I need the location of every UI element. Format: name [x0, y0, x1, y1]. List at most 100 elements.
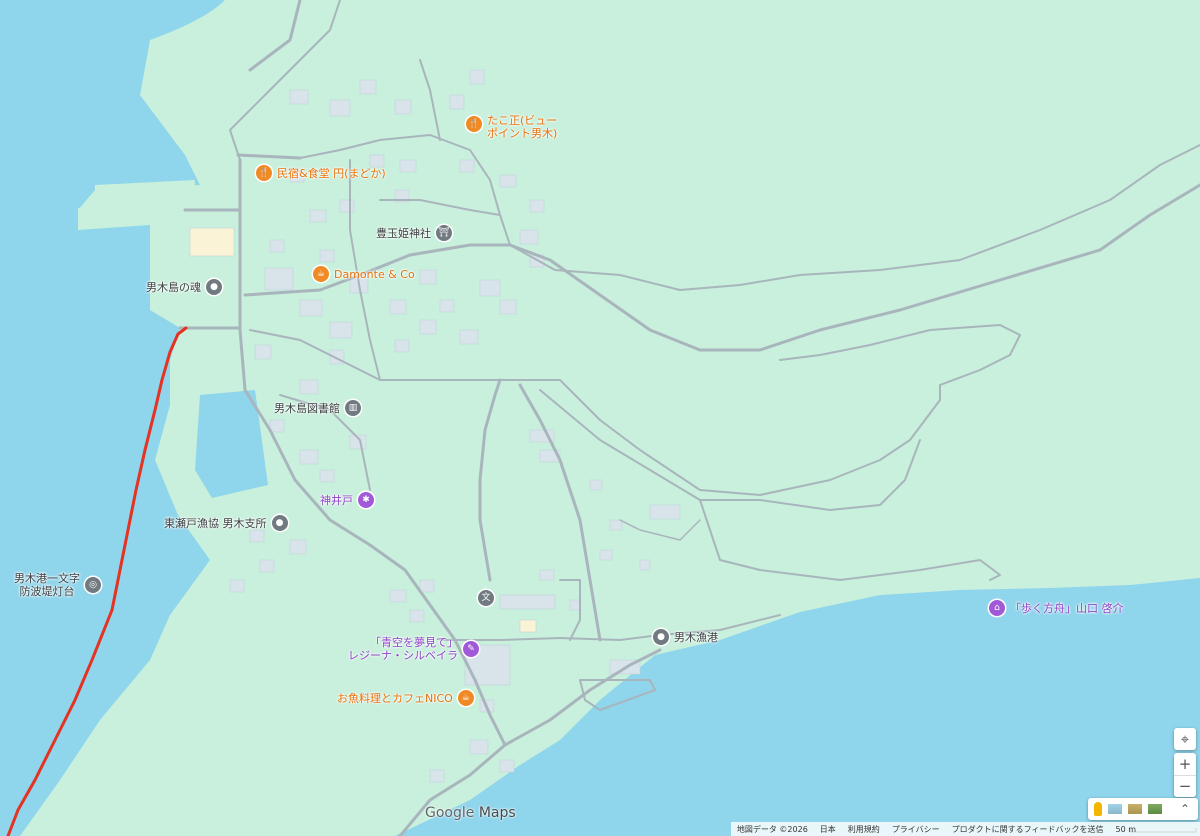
building [529, 199, 545, 213]
poi-aozora[interactable]: ✎ 「青空を夢見て」 レジーナ・シルベイラ [348, 636, 479, 662]
building [264, 267, 294, 291]
building [499, 299, 517, 315]
building [299, 299, 323, 317]
locate-icon: ⌖ [1180, 730, 1190, 748]
poi-label: 男木島の魂 [146, 280, 201, 294]
building [449, 94, 465, 110]
building [339, 199, 355, 213]
poi-label-line: 男木港一文字 [14, 572, 80, 585]
building [249, 529, 265, 543]
building [479, 279, 501, 297]
building [469, 739, 489, 755]
building [329, 321, 353, 339]
building [299, 379, 319, 395]
harbor-basin [195, 390, 268, 498]
my-location-button[interactable]: ⌖ [1174, 728, 1196, 750]
pin-icon: ● [271, 515, 288, 531]
target-icon: ◎ [85, 577, 101, 593]
building [389, 589, 407, 603]
cup-icon: ☕ [313, 266, 329, 282]
fork-knife-icon: 🍴 [466, 116, 482, 132]
poi-lighthouse[interactable]: ◎ 男木港一文字 防波堤灯台 [14, 572, 101, 598]
school-icon: 文 [478, 590, 494, 606]
zoom-in-button[interactable]: + [1174, 754, 1196, 776]
building [259, 559, 275, 573]
poi-label-line: 「青空を夢見て」 [370, 636, 458, 649]
poi-madoka[interactable]: 🍴 民宿&食堂 円(まどか) [256, 165, 386, 181]
art-icon: ✎ [463, 641, 479, 657]
poi-label: Damonte & Co [334, 267, 415, 281]
building [409, 609, 425, 623]
zoom-control: + − [1174, 753, 1196, 797]
building [499, 759, 515, 773]
poi-school[interactable]: 文 [478, 590, 494, 606]
expand-icon[interactable]: ⌃ [1180, 802, 1190, 816]
country-link[interactable]: 日本 [820, 824, 836, 835]
zoom-out-button[interactable]: − [1174, 776, 1196, 797]
layer-thumb-icon[interactable] [1108, 804, 1122, 814]
poi-label: 「歩く方舟」山口 啓介 [1010, 601, 1124, 615]
pin-icon: ● [653, 629, 669, 645]
building [399, 159, 417, 173]
building [289, 89, 309, 105]
layer-thumb-icon[interactable] [1128, 804, 1142, 814]
scale-label: 50 m [1115, 824, 1136, 834]
poi-tako[interactable]: 🍴 たこ正(ビュー ポイント男木) [466, 114, 557, 140]
logo-google: Google [425, 805, 475, 821]
building [329, 99, 351, 117]
privacy-link[interactable]: プライバシー [892, 824, 940, 835]
poi-gyokyo[interactable]: ● 東瀬戸漁協 男木支所 [164, 515, 288, 531]
poi-toyotama[interactable]: ⛩ 豊玉姫神社 [376, 225, 452, 241]
breakwater [78, 180, 196, 228]
building [649, 504, 681, 520]
building [389, 299, 407, 315]
building [319, 249, 335, 263]
poi-aruku[interactable]: ⌂ 「歩く方舟」山口 啓介 [989, 600, 1124, 616]
poi-library[interactable]: ▥ 男木島図書館 [274, 400, 361, 416]
building [599, 549, 613, 561]
poi-label-line: 防波堤灯台 [19, 585, 75, 598]
building [639, 559, 651, 571]
building [439, 299, 455, 313]
feedback-link[interactable]: プロダクトに関するフィードバックを送信 [952, 824, 1104, 835]
poi-damonte[interactable]: ☕ Damonte & Co [313, 266, 415, 282]
building [269, 239, 285, 253]
map-data-attribution: 地図データ ©2026 [736, 824, 808, 834]
poi-ogi-port[interactable]: ● 男木漁港 [653, 629, 718, 645]
building [499, 174, 517, 188]
layer-thumb-icon[interactable] [1148, 804, 1162, 814]
building [569, 599, 581, 611]
building [539, 569, 555, 581]
poi-label: 神井戸 [320, 493, 353, 507]
cup-icon: ☕ [457, 690, 474, 706]
building [309, 209, 327, 223]
building [189, 227, 235, 257]
poi-label: 東瀬戸漁協 男木支所 [164, 516, 267, 530]
pin-icon: ● [206, 279, 222, 295]
building [319, 469, 335, 483]
building [589, 479, 603, 491]
layers-panel[interactable]: ⌃ [1088, 798, 1198, 820]
poi-label: 男木漁港 [674, 630, 718, 644]
poi-nico[interactable]: ☕ お魚料理とカフェNICO [337, 690, 474, 706]
building [394, 339, 410, 353]
building [419, 269, 437, 285]
building [359, 79, 377, 95]
map-footer: 地図データ ©2026 日本 利用規約 プライバシー プロダクトに関するフィード… [730, 822, 1200, 836]
poi-kamido[interactable]: ✱ 神井戸 [320, 492, 374, 508]
building [299, 449, 319, 465]
poi-label: 男木島図書館 [274, 401, 340, 415]
building [254, 344, 272, 360]
google-maps-logo: Google Maps [425, 805, 516, 821]
building [269, 419, 285, 433]
building [609, 519, 623, 531]
map-canvas[interactable] [0, 0, 1200, 836]
museum-icon: ⌂ [989, 600, 1005, 616]
poi-ogijima-tamashii[interactable]: ● 男木島の魂 [146, 279, 222, 295]
book-icon: ▥ [345, 400, 361, 416]
pegman-icon[interactable] [1094, 802, 1102, 816]
building [519, 619, 537, 633]
terms-link[interactable]: 利用規約 [848, 824, 880, 835]
poi-label-line: ポイント男木) [487, 127, 558, 140]
building [419, 319, 437, 335]
